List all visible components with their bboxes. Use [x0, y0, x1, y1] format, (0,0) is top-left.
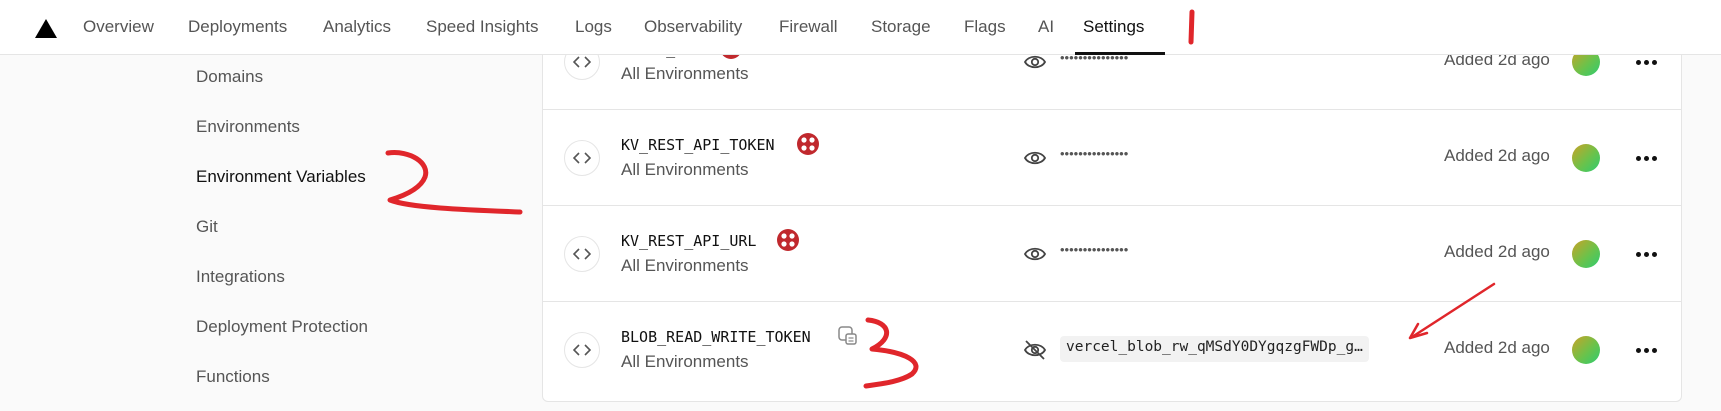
tab-storage[interactable]: Storage: [871, 17, 931, 37]
avatar: [1572, 336, 1600, 364]
top-nav: Overview Deployments Analytics Speed Ins…: [0, 0, 1721, 55]
eye-icon[interactable]: [1023, 147, 1047, 169]
tab-deployments[interactable]: Deployments: [188, 17, 287, 37]
env-var-row: KV_REST_API_URL All Environments •••••••…: [543, 206, 1681, 302]
env-var-name: KV_REST_API_URL: [621, 232, 757, 250]
tab-speed-insights[interactable]: Speed Insights: [426, 17, 538, 37]
env-var-value-masked: •••••••••••••••: [1060, 146, 1129, 161]
code-icon[interactable]: [564, 236, 600, 272]
more-options-icon[interactable]: [1633, 146, 1659, 170]
avatar: [1572, 144, 1600, 172]
sidebar-item-deployment-protection[interactable]: Deployment Protection: [196, 317, 368, 337]
copy-icon[interactable]: [836, 324, 860, 348]
env-var-value-masked: •••••••••••••••: [1060, 242, 1129, 257]
env-var-row: KV_REST_API_TOKEN All Environments •••••…: [543, 110, 1681, 206]
integration-icon: [777, 229, 799, 251]
env-var-list: REDIS_URL All Environments •••••••••••••…: [542, 30, 1682, 402]
env-var-environment: All Environments: [621, 256, 749, 275]
code-icon[interactable]: [564, 140, 600, 176]
tab-analytics[interactable]: Analytics: [323, 17, 391, 37]
env-var-environment: All Environments: [621, 352, 749, 371]
env-var-environment: All Environments: [621, 160, 749, 179]
more-options-icon[interactable]: [1633, 338, 1659, 362]
env-var-environment: All Environments: [621, 64, 749, 83]
env-var-value[interactable]: vercel_blob_rw_qMSdY0DYgqzgFWDp_g…: [1060, 336, 1369, 362]
active-tab-indicator: [1075, 52, 1165, 55]
eye-icon[interactable]: [1023, 243, 1047, 265]
tab-flags[interactable]: Flags: [964, 17, 1006, 37]
code-icon[interactable]: [564, 332, 600, 368]
tab-logs[interactable]: Logs: [575, 17, 612, 37]
tab-ai[interactable]: AI: [1038, 17, 1054, 37]
env-var-name: KV_REST_API_TOKEN: [621, 136, 775, 154]
tab-observability[interactable]: Observability: [644, 17, 742, 37]
annotation-mark-2: [385, 150, 523, 215]
sidebar-item-domains[interactable]: Domains: [196, 67, 263, 87]
tab-settings[interactable]: Settings: [1083, 17, 1144, 37]
more-options-icon[interactable]: [1633, 242, 1659, 266]
sidebar-item-environments[interactable]: Environments: [196, 117, 300, 137]
integration-icon: [797, 133, 819, 155]
env-var-added: Added 2d ago: [1444, 338, 1550, 357]
env-var-added: Added 2d ago: [1444, 242, 1550, 261]
sidebar-item-git[interactable]: Git: [196, 217, 218, 237]
env-var-added: Added 2d ago: [1444, 146, 1550, 165]
avatar: [1572, 240, 1600, 268]
sidebar-item-integrations[interactable]: Integrations: [196, 267, 285, 287]
tab-firewall[interactable]: Firewall: [779, 17, 838, 37]
vercel-logo-icon[interactable]: [35, 19, 57, 38]
eye-off-icon[interactable]: [1023, 339, 1047, 361]
sidebar-item-functions[interactable]: Functions: [196, 367, 270, 387]
env-var-name: BLOB_READ_WRITE_TOKEN: [621, 328, 811, 346]
tab-overview[interactable]: Overview: [83, 17, 154, 37]
env-var-row: BLOB_READ_WRITE_TOKEN All Environments v…: [543, 302, 1681, 401]
sidebar-item-environment-variables[interactable]: Environment Variables: [196, 167, 366, 187]
